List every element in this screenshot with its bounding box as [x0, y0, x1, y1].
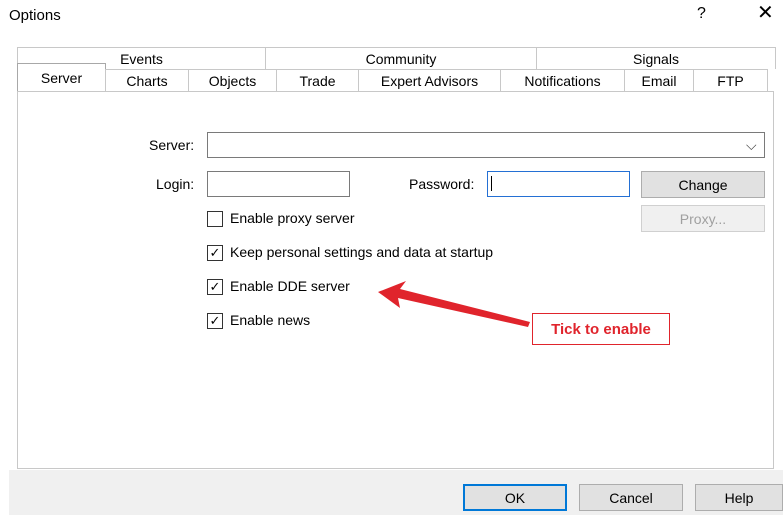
password-label: Password:	[409, 176, 475, 192]
cancel-button[interactable]: Cancel	[579, 484, 683, 511]
tab-trade[interactable]: Trade	[276, 69, 359, 91]
tab-row-bottom: Server Charts Objects Trade Expert Advisors N…	[17, 63, 768, 91]
enable-dde-checkbox[interactable]: ✓	[207, 279, 223, 295]
tab-notifications[interactable]: Notifications	[500, 69, 625, 91]
window-title: Options	[9, 7, 61, 24]
server-label: Server:	[149, 137, 195, 153]
text-caret	[491, 176, 492, 191]
change-button[interactable]: Change	[641, 171, 765, 198]
tab-objects[interactable]: Objects	[188, 69, 277, 91]
annotation-callout: Tick to enable	[532, 313, 670, 345]
enable-proxy-checkbox[interactable]	[207, 211, 223, 227]
tab-server[interactable]: Server	[17, 63, 106, 91]
tab-row-top: Events Community Signals	[17, 47, 776, 69]
server-dropdown[interactable]	[207, 132, 765, 158]
tab-email[interactable]: Email	[624, 69, 694, 91]
ok-button[interactable]: OK	[463, 484, 567, 511]
tab-community[interactable]: Community	[265, 47, 537, 69]
enable-news-checkbox[interactable]: ✓	[207, 313, 223, 329]
enable-proxy-label: Enable proxy server	[230, 210, 355, 226]
password-field[interactable]	[487, 171, 630, 197]
enable-dde-label: Enable DDE server	[230, 278, 350, 294]
annotation-arrow-icon	[378, 281, 530, 327]
chevron-down-icon[interactable]: ⌵	[746, 137, 757, 154]
tab-ftp[interactable]: FTP	[693, 69, 768, 91]
close-icon[interactable]: ✕	[757, 3, 774, 23]
enable-news-label: Enable news	[230, 312, 311, 328]
tab-signals[interactable]: Signals	[536, 47, 776, 69]
login-label: Login:	[156, 176, 195, 192]
help-icon[interactable]: ?	[697, 5, 706, 23]
login-field[interactable]	[207, 171, 350, 197]
keep-settings-label: Keep personal settings and data at start…	[230, 244, 494, 260]
tab-charts[interactable]: Charts	[105, 69, 189, 91]
keep-settings-checkbox[interactable]: ✓	[207, 245, 223, 261]
help-button[interactable]: Help	[695, 484, 783, 511]
tab-expert-advisors[interactable]: Expert Advisors	[358, 69, 501, 91]
proxy-button[interactable]: Proxy...	[641, 205, 765, 232]
